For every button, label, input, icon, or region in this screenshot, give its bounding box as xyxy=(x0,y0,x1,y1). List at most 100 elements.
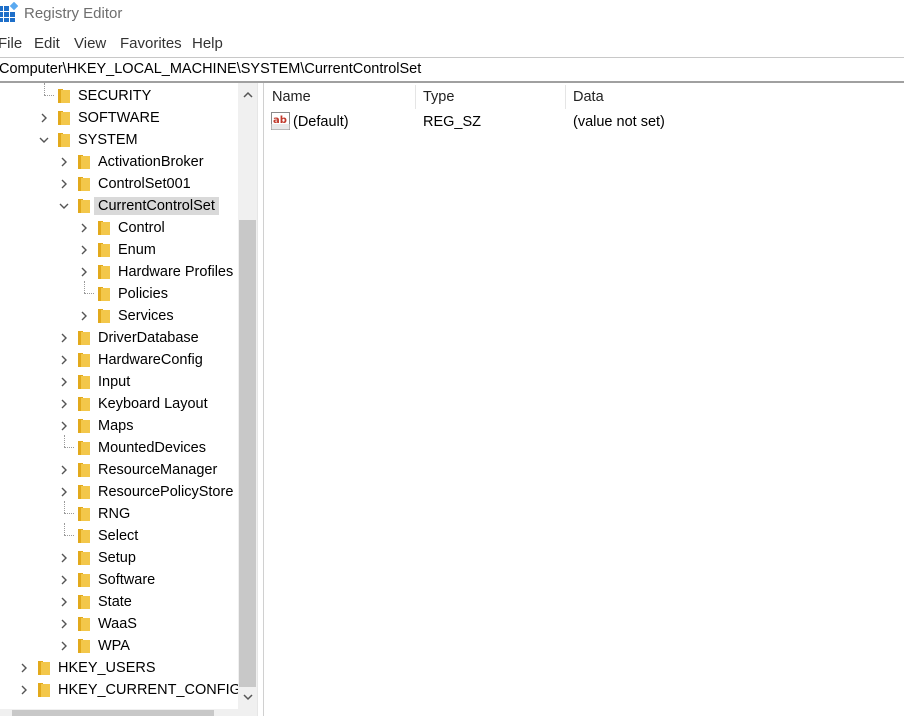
tree-item[interactable]: Hardware Profiles xyxy=(0,261,238,283)
chevron-right-icon[interactable] xyxy=(58,353,70,367)
chevron-right-icon[interactable] xyxy=(78,243,90,257)
chevron-right-icon[interactable] xyxy=(58,177,70,191)
tree-item[interactable]: Enum xyxy=(0,239,238,261)
tree-item[interactable]: Select xyxy=(0,525,238,547)
menu-bar: File Edit View Favorites Help xyxy=(0,33,904,55)
chevron-right-icon[interactable] xyxy=(18,661,30,675)
column-header-label: Data xyxy=(573,89,604,105)
values-list[interactable]: Name Type Data ab (Default) REG_SZ (valu… xyxy=(264,83,904,716)
tree-item[interactable]: Keyboard Layout xyxy=(0,393,238,415)
tree-item[interactable]: Software xyxy=(0,569,238,591)
chevron-down-icon[interactable] xyxy=(58,199,70,213)
tree-item[interactable]: DriverDatabase xyxy=(0,327,238,349)
tree-item-label: HKEY_CURRENT_CONFIG xyxy=(58,682,238,698)
tree-item[interactable]: Control xyxy=(0,217,238,239)
tree-item[interactable]: CurrentControlSet xyxy=(0,195,238,217)
tree-item[interactable]: Setup xyxy=(0,547,238,569)
tree-item[interactable]: WaaS xyxy=(0,613,238,635)
folder-icon xyxy=(38,683,50,697)
tree-item[interactable]: Maps xyxy=(0,415,238,437)
tree-item-label: DriverDatabase xyxy=(98,330,199,346)
folder-icon xyxy=(98,287,110,301)
menu-file[interactable]: File xyxy=(0,35,22,52)
folder-icon xyxy=(78,419,90,433)
window-title: Registry Editor xyxy=(24,5,123,22)
tree-item[interactable]: RNG xyxy=(0,503,238,525)
chevron-right-icon[interactable] xyxy=(58,485,70,499)
chevron-right-icon[interactable] xyxy=(58,617,70,631)
folder-icon xyxy=(78,639,90,653)
tree-item[interactable]: ActivationBroker xyxy=(0,151,238,173)
folder-icon xyxy=(38,661,50,675)
chevron-right-icon[interactable] xyxy=(58,573,70,587)
tree-item[interactable]: State xyxy=(0,591,238,613)
tree-item[interactable]: HKEY_CURRENT_CONFIG xyxy=(0,679,238,701)
tree-item[interactable]: Policies xyxy=(0,283,238,305)
chevron-right-icon[interactable] xyxy=(78,265,90,279)
tree-item[interactable]: MountedDevices xyxy=(0,437,238,459)
tree-item[interactable]: ResourcePolicyStore xyxy=(0,481,238,503)
tree-item-label: HardwareConfig xyxy=(98,352,203,368)
folder-icon xyxy=(78,331,90,345)
tree-item-label: RNG xyxy=(98,506,131,522)
folder-icon xyxy=(98,309,110,323)
table-row[interactable]: ab (Default) REG_SZ (value not set) xyxy=(264,111,904,133)
tree-item[interactable]: SYSTEM xyxy=(0,129,238,151)
column-header-label: Name xyxy=(272,89,311,105)
tree-item[interactable]: HardwareConfig xyxy=(0,349,238,371)
chevron-down-icon[interactable] xyxy=(38,133,50,147)
title-bar: Registry Editor xyxy=(0,0,904,28)
scrollbar-thumb[interactable] xyxy=(239,220,256,687)
chevron-right-icon[interactable] xyxy=(58,331,70,345)
chevron-right-icon[interactable] xyxy=(78,309,90,323)
pane-splitter[interactable] xyxy=(257,83,264,716)
folder-icon xyxy=(78,353,90,367)
column-header-type[interactable]: Type xyxy=(415,83,565,111)
tree-vertical-scrollbar[interactable] xyxy=(238,83,257,710)
folder-icon xyxy=(78,551,90,565)
svg-text:ab: ab xyxy=(273,115,287,126)
folder-icon xyxy=(78,397,90,411)
tree-item-label: SECURITY xyxy=(78,88,152,104)
menu-view[interactable]: View xyxy=(74,35,106,52)
key-tree[interactable]: SECURITY SOFTWARE SYSTEM ActivationBroker Co… xyxy=(0,83,238,716)
scrollbar-thumb[interactable] xyxy=(12,710,214,716)
menu-favorites[interactable]: Favorites xyxy=(120,35,182,52)
folder-icon xyxy=(78,529,90,543)
tree-item[interactable]: HKEY_USERS xyxy=(0,657,238,679)
folder-icon xyxy=(78,485,90,499)
chevron-right-icon[interactable] xyxy=(18,683,30,697)
column-header-name[interactable]: Name xyxy=(264,83,415,111)
string-value-icon: ab xyxy=(271,112,290,130)
address-bar[interactable]: Computer\HKEY_LOCAL_MACHINE\SYSTEM\Curre… xyxy=(0,58,904,81)
tree-item[interactable]: WPA xyxy=(0,635,238,657)
menu-edit[interactable]: Edit xyxy=(34,35,60,52)
chevron-right-icon[interactable] xyxy=(58,463,70,477)
chevron-right-icon[interactable] xyxy=(58,419,70,433)
tree-item-label: WPA xyxy=(98,638,130,654)
chevron-right-icon[interactable] xyxy=(58,397,70,411)
chevron-right-icon[interactable] xyxy=(58,375,70,389)
address-path[interactable]: Computer\HKEY_LOCAL_MACHINE\SYSTEM\Curre… xyxy=(0,61,421,77)
column-header-data[interactable]: Data xyxy=(565,83,904,111)
chevron-right-icon[interactable] xyxy=(38,111,50,125)
tree-item[interactable]: Services xyxy=(0,305,238,327)
menu-help[interactable]: Help xyxy=(192,35,223,52)
chevron-right-icon[interactable] xyxy=(58,551,70,565)
chevron-right-icon[interactable] xyxy=(58,639,70,653)
tree-item-label: WaaS xyxy=(98,616,137,632)
chevron-right-icon[interactable] xyxy=(58,155,70,169)
tree-item[interactable]: ControlSet001 xyxy=(0,173,238,195)
tree-horizontal-scrollbar[interactable] xyxy=(0,709,257,716)
chevron-right-icon[interactable] xyxy=(58,595,70,609)
scroll-down-icon[interactable] xyxy=(242,691,254,703)
tree-item-label: SYSTEM xyxy=(78,132,138,148)
tree-item-label: Maps xyxy=(98,418,134,434)
tree-item[interactable]: Input xyxy=(0,371,238,393)
tree-item[interactable]: SOFTWARE xyxy=(0,107,238,129)
scroll-up-icon[interactable] xyxy=(242,89,254,101)
chevron-right-icon[interactable] xyxy=(78,221,90,235)
tree-item-label: Control xyxy=(118,220,165,236)
tree-item[interactable]: SECURITY xyxy=(0,85,238,107)
tree-item[interactable]: ResourceManager xyxy=(0,459,238,481)
